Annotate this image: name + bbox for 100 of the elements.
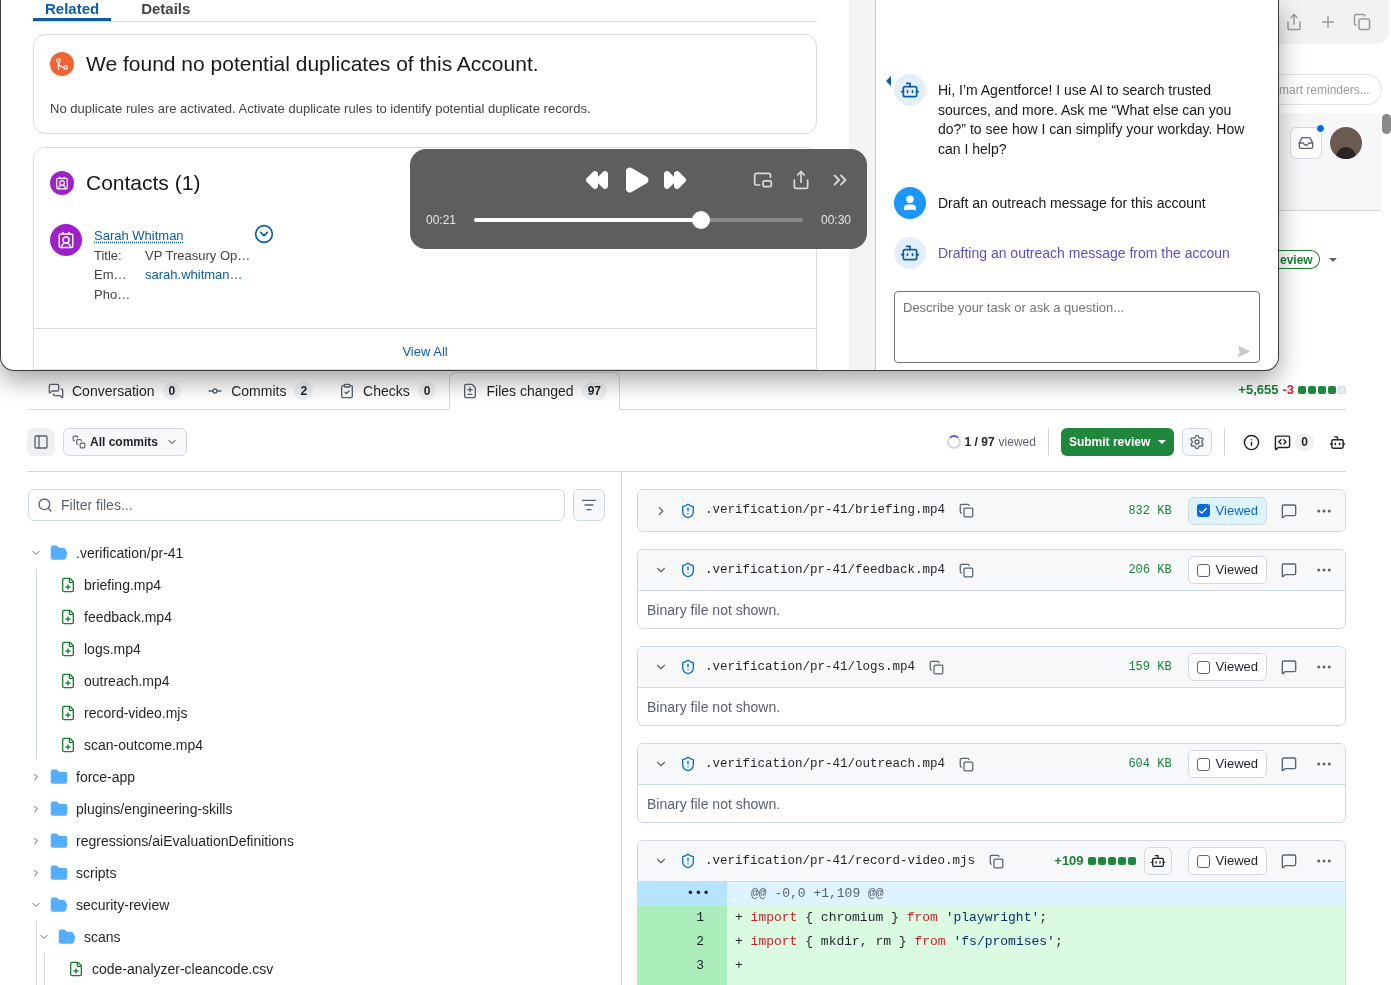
submit-review-button[interactable]: Submit review xyxy=(1060,428,1175,456)
code-line: + import { chromium } from 'playwright'; xyxy=(734,909,1048,928)
card-message: No duplicate rules are activated. Activate duplicate rules to identify potential duplicate records. xyxy=(50,99,592,118)
added-file-icon xyxy=(60,705,76,721)
expand-lines-button[interactable]: ••• xyxy=(638,882,727,906)
copy-icon[interactable] xyxy=(989,853,1005,869)
pr-tab[interactable]: Conversation 0 xyxy=(35,372,195,410)
file-name: briefing.mp4 xyxy=(84,575,162,595)
file-size: 832 KB xyxy=(1128,502,1172,520)
viewed-toggle[interactable]: Viewed xyxy=(1187,750,1267,778)
folder-icon xyxy=(50,800,68,818)
picture-in-picture-icon[interactable] xyxy=(753,170,773,190)
card-title: We found no potential duplicates of this Account. xyxy=(86,51,539,77)
scrollbar-thumb[interactable] xyxy=(1382,114,1391,134)
file-path: .verification/pr-41/feedback.mp4 xyxy=(705,561,946,579)
comment-icon[interactable] xyxy=(1274,433,1292,451)
folder-row[interactable]: force-app xyxy=(27,761,605,793)
folder-row[interactable]: scans xyxy=(27,921,605,953)
commits-dropdown[interactable]: All commits xyxy=(63,428,187,456)
search-field[interactable]: mart reminders... xyxy=(1279,74,1382,105)
shield-icon xyxy=(680,659,696,675)
file-row[interactable]: code-analyzer-cleancode.csv xyxy=(27,953,605,985)
copy-icon[interactable] xyxy=(929,659,945,675)
email-link[interactable]: sarah.whitman… xyxy=(145,265,243,285)
caret-icon[interactable] xyxy=(1328,257,1337,262)
folder-name: security-review xyxy=(76,895,170,915)
file-row[interactable]: logs.mp4 xyxy=(27,633,605,665)
checkbox-icon xyxy=(1196,563,1210,577)
pr-tab[interactable]: Files changed 97 xyxy=(449,372,620,410)
viewed-toggle[interactable]: Viewed xyxy=(1187,496,1267,525)
file-row[interactable]: feedback.mp4 xyxy=(27,601,605,633)
file-name: outreach.mp4 xyxy=(84,671,170,691)
rewind-icon[interactable] xyxy=(585,168,609,192)
shield-icon xyxy=(680,756,696,772)
folder-name: .verification/pr-41 xyxy=(76,543,184,563)
file-row[interactable]: briefing.mp4 xyxy=(27,569,605,601)
added-file-icon xyxy=(60,641,76,657)
count-badge: 0 xyxy=(162,382,182,400)
filter-field[interactable]: Filter files... xyxy=(28,489,565,521)
file-diff-icon xyxy=(462,383,479,399)
info-icon[interactable] xyxy=(1243,433,1261,451)
sidebar-toggle-button[interactable] xyxy=(27,428,55,456)
checkbox-icon xyxy=(1196,757,1210,771)
folder-row[interactable]: .verification/pr-41 xyxy=(27,537,605,569)
folder-row[interactable]: regressions/aiEvaluationDefinitions xyxy=(27,825,605,857)
folder-icon xyxy=(50,832,68,850)
progress-ring-icon xyxy=(946,435,961,449)
file-name: logs.mp4 xyxy=(84,639,141,659)
pr-tab[interactable]: Commits 2 xyxy=(194,372,327,410)
copy-icon[interactable] xyxy=(959,756,975,772)
contact-name-link[interactable]: Sarah Whitman xyxy=(94,226,184,246)
checklist-icon xyxy=(339,383,356,399)
folder-icon xyxy=(50,864,68,882)
viewed-toggle[interactable]: Viewed xyxy=(1187,847,1267,875)
gear-icon xyxy=(1189,434,1206,450)
card-title: Contacts (1) xyxy=(86,169,201,196)
filter-button[interactable] xyxy=(573,489,605,521)
file-name: record-video.mjs xyxy=(84,703,188,723)
inbox-button[interactable] xyxy=(1290,127,1322,159)
user-avatar xyxy=(894,187,926,219)
comment-count: 0 xyxy=(1295,433,1314,451)
code-line: + import { mkdir, rm } from 'fs/promises'; xyxy=(734,933,1063,952)
stack-icon xyxy=(72,435,86,449)
record-tab[interactable]: Details xyxy=(129,0,203,21)
file-name: code-analyzer-cleancode.csv xyxy=(92,959,274,979)
folder-name: plugins/engineering-skills xyxy=(76,799,233,819)
settings-button[interactable] xyxy=(1182,428,1213,456)
share-icon[interactable] xyxy=(1285,13,1303,31)
inbox-icon xyxy=(1298,135,1314,151)
file-size: 206 KB xyxy=(1128,562,1172,579)
viewed-toggle[interactable]: Viewed xyxy=(1187,653,1267,681)
copy-icon[interactable] xyxy=(959,562,975,578)
folder-row[interactable]: security-review xyxy=(27,889,605,921)
copy-icon[interactable] xyxy=(959,503,975,518)
viewed-toggle[interactable]: Viewed xyxy=(1187,556,1267,584)
seek-thumb[interactable] xyxy=(692,211,710,229)
share-icon[interactable] xyxy=(791,170,811,190)
viewed-count: 1 / 97 xyxy=(964,434,995,451)
folder-icon xyxy=(58,928,76,946)
record-tab[interactable]: Related xyxy=(33,0,112,21)
copilot-icon[interactable] xyxy=(1329,433,1346,451)
dropdown-icon[interactable] xyxy=(253,224,274,245)
filter-icon xyxy=(581,497,597,513)
deletions-count: -3 xyxy=(1282,381,1294,400)
chat-input[interactable]: Describe your task or ask a question... xyxy=(894,291,1260,363)
fast-forward-icon[interactable] xyxy=(663,168,687,192)
file-row[interactable]: record-video.mjs xyxy=(27,697,605,729)
avatar[interactable] xyxy=(1330,127,1362,159)
count-badge: 2 xyxy=(294,382,314,400)
diffstat-bar xyxy=(1087,857,1136,865)
chat-message: Draft an outreach message for this account xyxy=(938,194,1207,213)
chat-message: Hi, I’m Agentforce! I use AI to search trusted sources, and more. Ask me “What else can you do?” to see how I can simplify your workday. How can I help? xyxy=(938,81,1246,159)
copilot-button[interactable] xyxy=(1143,847,1172,875)
file-row[interactable]: scan-outcome.mp4 xyxy=(27,729,605,761)
file-size: 159 KB xyxy=(1128,659,1172,676)
file-row[interactable]: outreach.mp4 xyxy=(27,665,605,697)
pr-tab[interactable]: Checks 0 xyxy=(326,372,450,410)
folder-row[interactable]: scripts xyxy=(27,857,605,889)
folder-row[interactable]: plugins/engineering-skills xyxy=(27,793,605,825)
view-all-link[interactable]: View All xyxy=(402,342,448,362)
